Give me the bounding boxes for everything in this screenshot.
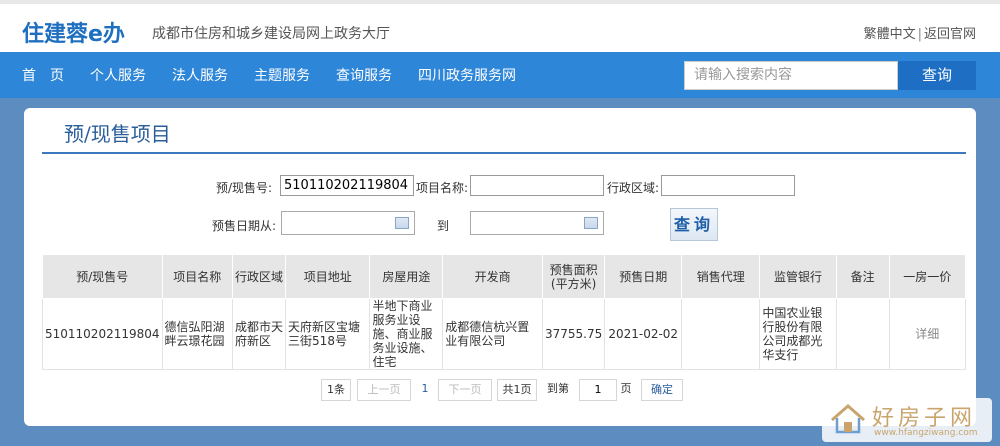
col-bank: 监管银行 xyxy=(759,254,837,299)
house-logo-icon xyxy=(831,404,865,434)
cell-agent xyxy=(681,298,761,370)
pager-goto-input[interactable]: 1 xyxy=(579,379,617,401)
col-address: 项目地址 xyxy=(285,254,371,299)
title-divider xyxy=(42,152,966,154)
nav-item-topic[interactable]: 主题服务 xyxy=(254,65,310,85)
date-to-input[interactable] xyxy=(470,211,604,235)
col-usage: 房屋用途 xyxy=(369,254,444,299)
detail-link[interactable]: 详细 xyxy=(915,327,939,341)
table-header-row: 预/现售号 项目名称 行政区域 项目地址 房屋用途 开发商 预售面积 (平方米) … xyxy=(42,254,967,299)
col-presale-no: 预/现售号 xyxy=(42,254,163,299)
top-links: 繁體中文 | 返回官网 xyxy=(864,23,976,42)
cell-presale-no: 510110202119804 xyxy=(42,298,163,370)
district-input[interactable] xyxy=(661,175,795,196)
cell-date: 2021-02-02 xyxy=(604,298,683,370)
col-district: 行政区域 xyxy=(232,254,287,299)
traditional-chinese-link[interactable]: 繁體中文 xyxy=(864,27,916,42)
results-table: 预/现售号 项目名称 行政区域 项目地址 房屋用途 开发商 预售面积 (平方米) … xyxy=(42,254,967,370)
project-name-input[interactable] xyxy=(470,175,604,196)
nav-item-sichuan-gov[interactable]: 四川政务服务网 xyxy=(418,65,516,85)
nav-items: 首页 个人服务 法人服务 主题服务 查询服务 四川政务服务网 xyxy=(22,52,542,98)
calendar-icon[interactable] xyxy=(584,217,598,229)
col-remark: 备注 xyxy=(835,254,890,299)
presale-panel: 预/现售项目 预/现售号: 510110202119804 项目名称: 行政区域… xyxy=(24,108,976,426)
pager-current-page[interactable]: 1 xyxy=(415,379,435,401)
project-name-label: 项目名称: xyxy=(416,181,469,195)
col-agent: 销售代理 xyxy=(681,254,761,299)
col-price: 一房一价 xyxy=(888,254,967,299)
presale-no-input[interactable]: 510110202119804 xyxy=(280,175,414,196)
col-developer: 开发商 xyxy=(442,254,543,299)
col-area: 预售面积 (平方米) xyxy=(541,254,606,299)
pager-confirm-button[interactable]: 确定 xyxy=(641,379,683,401)
nav-item-home[interactable]: 首页 xyxy=(22,65,78,85)
watermark: 好房子网 www.hfangziwang.com xyxy=(822,398,992,442)
page-title: 预/现售项目 xyxy=(64,122,171,146)
back-to-official-link[interactable]: 返回官网 xyxy=(924,27,976,42)
main-nav: 首页 个人服务 法人服务 主题服务 查询服务 四川政务服务网 请输入搜索内容 查… xyxy=(0,52,1000,98)
cell-usage: 半地下商业服务业设施、商业服务业设施、住宅 xyxy=(369,298,444,370)
col-date: 预售日期 xyxy=(604,254,683,299)
date-from-label: 预售日期从: xyxy=(212,219,277,233)
table-row: 510110202119804 德信弘阳湖畔云璟花园 成都市天府新区 天府新区宝… xyxy=(42,298,967,370)
search-button[interactable]: 查询 xyxy=(898,61,976,90)
search-input[interactable]: 请输入搜索内容 xyxy=(684,61,898,90)
pager-total-pages: 共1页 xyxy=(497,379,537,401)
site-name: 成都市住房和城乡建设局网上政务大厅 xyxy=(152,26,390,42)
date-from-input[interactable] xyxy=(281,211,415,235)
watermark-url: www.hfangziwang.com xyxy=(874,428,978,438)
cell-project-name: 德信弘阳湖畔云璟花园 xyxy=(161,298,234,370)
col-area-line1: 预售面积 xyxy=(549,262,598,277)
pager-total: 1条 xyxy=(321,379,351,401)
pager-page-unit: 页 xyxy=(618,379,634,401)
site-logo[interactable]: 住建蓉e办 xyxy=(22,16,125,48)
cell-bank: 中国农业银行股份有限公司成都光华支行 xyxy=(759,298,837,370)
pager-goto-label: 到第 xyxy=(547,379,577,401)
date-to-label: 到 xyxy=(437,219,450,233)
top-header: 住建蓉e办 成都市住房和城乡建设局网上政务大厅 繁體中文 | 返回官网 xyxy=(0,0,1000,52)
cell-remark xyxy=(835,298,890,370)
presale-no-label: 预/现售号: xyxy=(216,181,273,195)
pager-next-button[interactable]: 下一页 xyxy=(438,379,492,401)
link-separator: | xyxy=(917,27,922,42)
cell-developer: 成都德信杭兴置业有限公司 xyxy=(442,298,543,370)
col-project-name: 项目名称 xyxy=(161,254,234,299)
cell-area: 37755.75 xyxy=(541,298,606,370)
cell-detail: 详细 xyxy=(888,298,967,370)
district-label: 行政区域: xyxy=(607,181,660,195)
pager-prev-button[interactable]: 上一页 xyxy=(357,379,411,401)
nav-item-corporate[interactable]: 法人服务 xyxy=(172,65,228,85)
cell-district: 成都市天府新区 xyxy=(232,298,287,370)
nav-item-query[interactable]: 查询服务 xyxy=(336,65,392,85)
cell-address: 天府新区宝塘三街518号 xyxy=(285,298,371,370)
col-area-line2: (平方米) xyxy=(550,276,597,291)
nav-item-personal[interactable]: 个人服务 xyxy=(90,65,146,85)
calendar-icon[interactable] xyxy=(395,217,409,229)
query-button[interactable]: 查询 xyxy=(670,208,718,241)
